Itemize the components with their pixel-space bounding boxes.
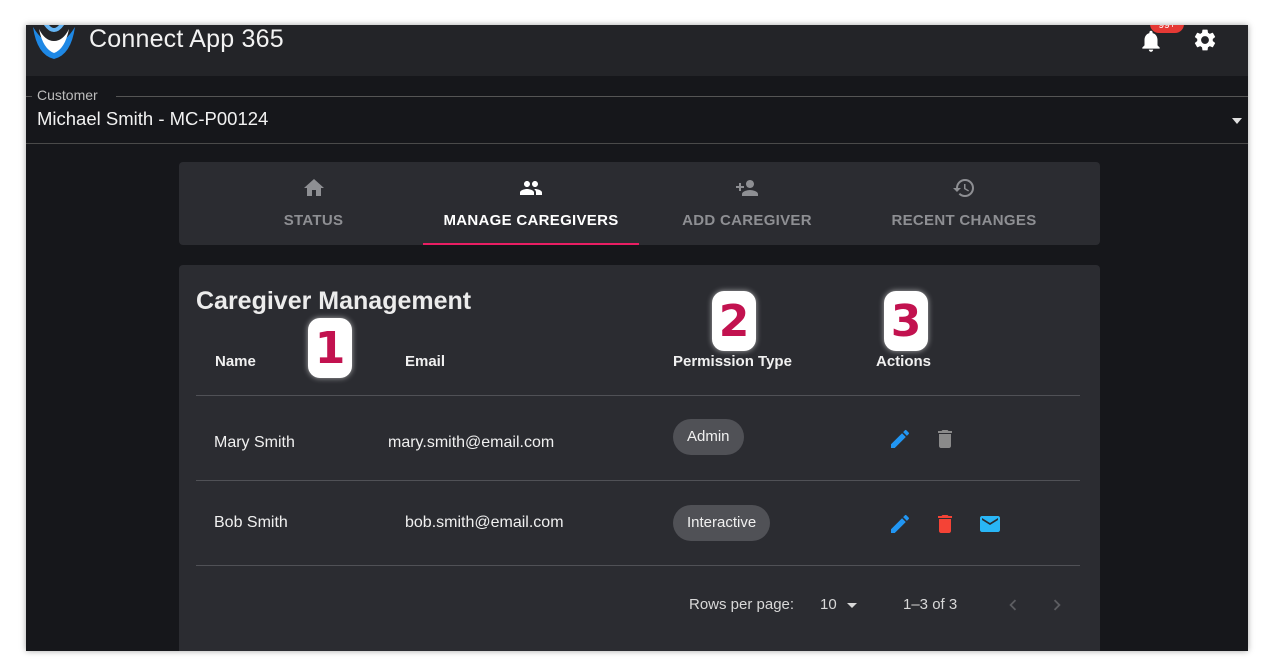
customer-select[interactable]: Customer Michael Smith - MC-P00124 (26, 76, 1248, 144)
tab-label: MANAGE CAREGIVERS (443, 212, 619, 229)
chevron-down-icon[interactable] (847, 603, 857, 608)
column-header-permission[interactable]: Permission Type (673, 353, 792, 370)
tab-recent-changes[interactable]: RECENT CHANGES (855, 162, 1073, 245)
home-icon (303, 179, 324, 196)
page-title: Caregiver Management (196, 287, 472, 315)
person-add-icon (736, 180, 758, 196)
active-tab-indicator (423, 243, 639, 245)
tab-status[interactable]: STATUS (206, 162, 421, 245)
tab-label: ADD CAREGIVER (682, 212, 812, 229)
annotation-marker: 3 (884, 291, 928, 351)
delete-icon[interactable] (933, 512, 957, 536)
history-icon (953, 179, 974, 197)
edit-icon[interactable] (888, 427, 912, 451)
chevron-left-icon (1009, 599, 1017, 611)
permission-chip: Interactive (673, 505, 771, 541)
rows-per-page-select[interactable]: 10 (820, 596, 837, 613)
tab-bar: STATUS MANAGE CAREGIVERS ADD CAREGIVER R… (179, 162, 1100, 245)
hands-heart-logo (33, 25, 75, 59)
app-title: Connect App 365 (89, 25, 284, 53)
divider (26, 96, 32, 97)
tab-manage-caregivers[interactable]: MANAGE CAREGIVERS (423, 162, 639, 245)
gear-icon[interactable] (1192, 27, 1218, 53)
app-window: Connect App 365 99+ Customer Michael Smi… (26, 25, 1248, 651)
tab-label: RECENT CHANGES (891, 212, 1037, 229)
caregiver-name: Mary Smith (214, 434, 295, 451)
divider (196, 565, 1080, 566)
chevron-right-icon (1053, 599, 1061, 611)
table-pagination: Rows per page: 10 1–3 of 3 (179, 596, 1100, 620)
edit-icon[interactable] (888, 512, 912, 536)
customer-label: Customer (37, 87, 98, 103)
notification-badge: 99+ (1150, 25, 1184, 33)
customer-value[interactable]: Michael Smith - MC-P00124 (37, 108, 268, 130)
caregiver-email: mary.smith@email.com (388, 434, 555, 451)
divider (26, 143, 1248, 144)
rows-per-page-label: Rows per page: (689, 596, 795, 613)
caregiver-name: Bob Smith (214, 514, 288, 531)
column-header-name[interactable]: Name (215, 353, 256, 370)
pagination-range: 1–3 of 3 (903, 596, 958, 613)
tab-add-caregiver[interactable]: ADD CAREGIVER (641, 162, 853, 245)
permission-chip: Admin (673, 419, 744, 455)
tab-label: STATUS (283, 212, 344, 229)
annotation-marker: 2 (712, 291, 756, 351)
chevron-down-icon[interactable] (1232, 118, 1242, 124)
annotation-marker: 1 (308, 318, 352, 378)
app-bar: Connect App 365 99+ (26, 25, 1248, 76)
email-icon[interactable] (978, 512, 1002, 536)
divider (196, 480, 1080, 481)
column-header-actions: Actions (876, 353, 932, 370)
divider (116, 96, 1248, 97)
delete-icon (938, 430, 952, 448)
divider (196, 395, 1080, 396)
caregiver-email: bob.smith@email.com (405, 514, 564, 531)
column-header-email[interactable]: Email (405, 353, 445, 370)
people-icon (520, 181, 542, 195)
